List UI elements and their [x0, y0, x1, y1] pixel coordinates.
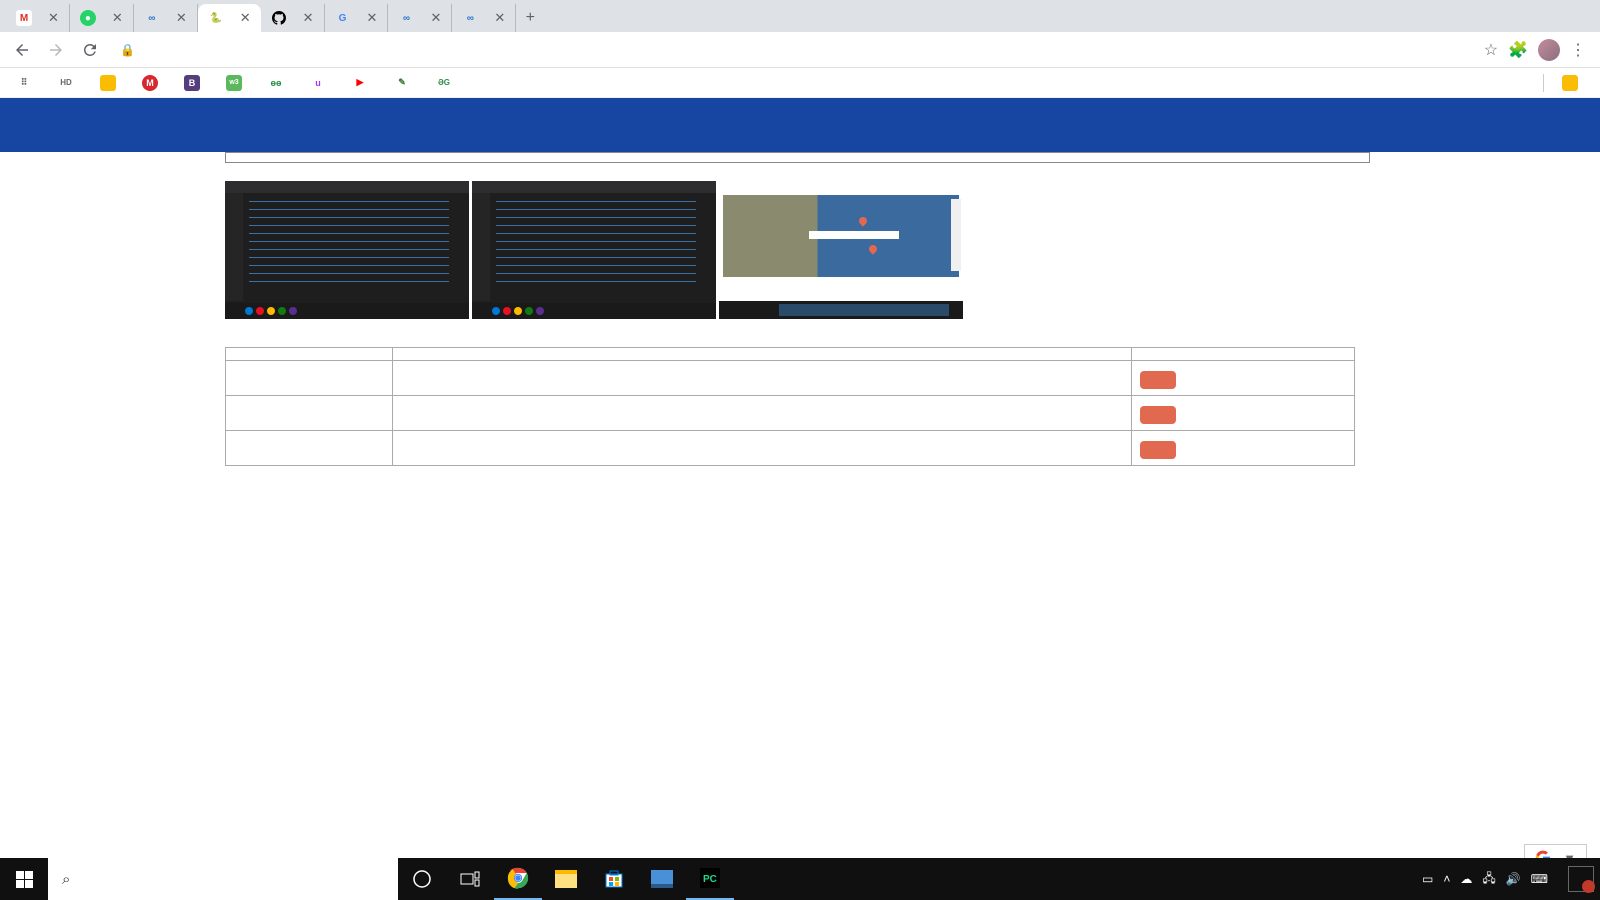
- table-row: [226, 431, 1355, 466]
- reload-button[interactable]: [76, 36, 104, 64]
- thumbnail-1[interactable]: [225, 181, 469, 319]
- pycharm-icon[interactable]: PC: [686, 858, 734, 900]
- table-row: [226, 396, 1355, 431]
- taskbar-search[interactable]: ⌕: [48, 858, 398, 900]
- url-field[interactable]: 🔒: [110, 43, 1478, 57]
- flag-button[interactable]: [1140, 441, 1176, 459]
- bookmark-bankers[interactable]: ✎: [386, 71, 424, 95]
- instructions-box: [225, 152, 1370, 163]
- notif-badge: [1582, 880, 1595, 893]
- bookmark-aboutus[interactable]: HD: [50, 71, 88, 95]
- submission-thumbnails: [225, 181, 1370, 319]
- td-comment: [393, 431, 1132, 466]
- tab-coursera-disc[interactable]: ∞ ✕: [388, 4, 452, 32]
- td-points: [226, 431, 393, 466]
- cortana-icon[interactable]: [398, 858, 446, 900]
- td-points: [226, 361, 393, 396]
- new-tab-button[interactable]: +: [516, 4, 544, 32]
- keyboard-icon[interactable]: ⌨: [1531, 872, 1548, 886]
- task-view-icon[interactable]: [446, 858, 494, 900]
- tab-coursera-db[interactable]: ∞ ✕: [134, 4, 198, 32]
- bookmark-youtube[interactable]: ▶: [344, 71, 382, 95]
- bookmark-bootstrap[interactable]: B: [176, 71, 214, 95]
- close-icon[interactable]: ✕: [494, 10, 505, 26]
- onedrive-icon[interactable]: ☁: [1460, 872, 1472, 886]
- thumbnail-2[interactable]: [472, 181, 716, 319]
- close-icon[interactable]: ✕: [367, 10, 378, 26]
- close-icon[interactable]: ✕: [176, 10, 187, 26]
- bookmark-bank[interactable]: [92, 71, 130, 95]
- menu-icon[interactable]: ⋮: [1570, 40, 1586, 60]
- chrome-icon[interactable]: [494, 858, 542, 900]
- tab-coursera-resubmit[interactable]: ∞ ✕: [452, 4, 516, 32]
- bookmark-pythonsub[interactable]: ƏG: [428, 71, 466, 95]
- svg-text:PC: PC: [703, 874, 717, 885]
- extensions-icon[interactable]: 🧩: [1508, 40, 1528, 60]
- close-icon[interactable]: ✕: [303, 10, 314, 26]
- tab-github[interactable]: ✕: [261, 4, 325, 32]
- tab-py4e[interactable]: 🐍 ✕: [198, 4, 261, 32]
- tray-chevron-icon[interactable]: ˄: [1443, 872, 1450, 886]
- bookmark-mega[interactable]: M: [134, 71, 172, 95]
- microsoft-store-icon[interactable]: [590, 858, 638, 900]
- tab-google[interactable]: G ✕: [325, 4, 389, 32]
- th-action: [1132, 348, 1355, 361]
- other-bookmarks[interactable]: [1554, 71, 1592, 95]
- file-explorer-icon[interactable]: [542, 858, 590, 900]
- action-center-icon[interactable]: ▭: [1422, 872, 1433, 886]
- thumbnail-3[interactable]: [719, 181, 963, 319]
- network-icon[interactable]: 🖧: [1482, 869, 1495, 890]
- bookmark-timecomplex[interactable]: ɵɵ: [260, 71, 298, 95]
- start-button[interactable]: [0, 858, 48, 900]
- page-banner: [0, 98, 1600, 152]
- tab-strip: M ✕ ● ✕ ∞ ✕ 🐍 ✕ ✕ G ✕ ∞ ✕ ∞ ✕ +: [0, 0, 1600, 32]
- bookmarks-bar: ⠿ HD M B w3 ɵɵ u ▶ ✎ ƏG: [0, 68, 1600, 98]
- close-icon[interactable]: ✕: [240, 10, 251, 26]
- grades-table: [225, 347, 1355, 466]
- tab-whatsapp[interactable]: ● ✕: [70, 4, 134, 32]
- close-icon[interactable]: ✕: [48, 10, 59, 26]
- taskbar: ⌕ PC ▭ ˄ ☁ 🖧 🔊 ⌨: [0, 858, 1600, 900]
- address-bar: 🔒 ☆ 🧩 ⋮: [0, 32, 1600, 68]
- bookmark-bootstrap4[interactable]: w3: [218, 71, 256, 95]
- bookmark-pythonbeginner[interactable]: u: [302, 71, 340, 95]
- flag-button[interactable]: [1140, 371, 1176, 389]
- divider: [1543, 74, 1544, 92]
- close-icon[interactable]: ✕: [430, 10, 441, 26]
- flag-button[interactable]: [1140, 406, 1176, 424]
- lock-icon: 🔒: [120, 43, 135, 57]
- notifications-icon[interactable]: [1568, 866, 1594, 892]
- profile-avatar[interactable]: [1538, 39, 1560, 61]
- volume-icon[interactable]: 🔊: [1506, 872, 1521, 886]
- table-row: [226, 361, 1355, 396]
- th-points: [226, 348, 393, 361]
- back-button[interactable]: [8, 36, 36, 64]
- th-comments: [393, 348, 1132, 361]
- tab-gmail[interactable]: M ✕: [6, 4, 70, 32]
- forward-button[interactable]: [42, 36, 70, 64]
- close-icon[interactable]: ✕: [112, 10, 123, 26]
- search-icon: ⌕: [62, 871, 70, 888]
- bookmark-apps[interactable]: ⠿: [8, 71, 46, 95]
- td-comment: [393, 396, 1132, 431]
- app-icon[interactable]: [638, 858, 686, 900]
- td-comment: [393, 361, 1132, 396]
- star-icon[interactable]: ☆: [1484, 40, 1498, 60]
- td-points: [226, 396, 393, 431]
